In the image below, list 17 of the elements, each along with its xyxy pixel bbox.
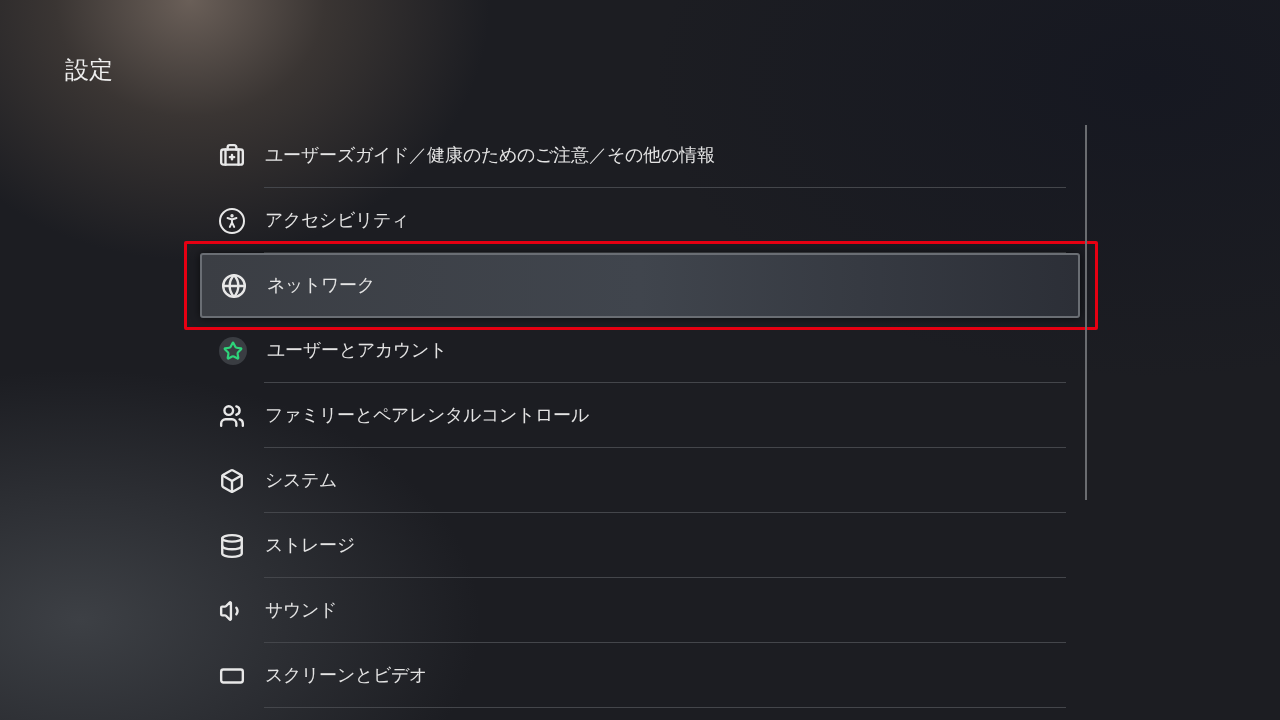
settings-item[interactable]: アクセシビリティ — [200, 188, 1080, 253]
settings-item[interactable]: ユーザーとアカウント — [200, 318, 1080, 383]
globe-icon — [221, 272, 247, 299]
settings-item[interactable]: ユーザーズガイド／健康のためのご注意／その他の情報 — [200, 123, 1080, 188]
settings-item[interactable]: サウンド — [200, 578, 1080, 643]
settings-item[interactable]: ネットワーク — [200, 253, 1080, 318]
accessibility-icon — [219, 207, 245, 234]
settings-item[interactable]: スクリーンとビデオ — [200, 643, 1080, 708]
people-icon — [219, 402, 245, 429]
cylinder-icon — [219, 532, 245, 559]
cube-icon — [219, 467, 245, 494]
medical-kit-icon — [219, 142, 245, 169]
page-title: 設定 — [65, 55, 114, 85]
settings-item[interactable]: ストレージ — [200, 513, 1080, 578]
settings-item[interactable]: システム — [200, 448, 1080, 513]
settings-item[interactable]: ファミリーとペアレンタルコントロール — [200, 383, 1080, 448]
scrollbar[interactable] — [1085, 125, 1087, 500]
